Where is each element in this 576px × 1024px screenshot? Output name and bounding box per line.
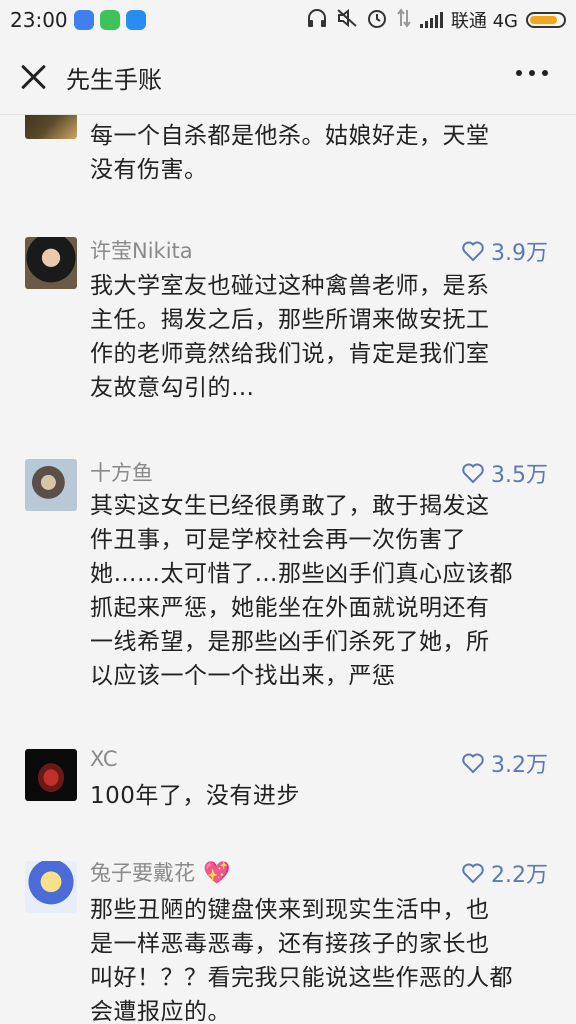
heart-icon [462,863,484,884]
comment-item: 许莹Nikita 3.9万 我大学室友也碰过这种禽兽老师，是系 主任。揭发之后，… [0,227,576,427]
comment-username[interactable]: 许莹Nikita [90,235,193,265]
comment-item: 兔子要戴花 💖 2.2万 那些丑陋的键盘侠来到现实生活中，也 是一样恶毒恶毒，还有… [0,849,576,1024]
cat-app-icon [99,10,120,30]
like-button[interactable]: 3.9万 [461,235,548,267]
heart-icon [462,463,484,484]
like-button[interactable]: 3.2万 [461,747,548,779]
status-time: 23:00 [10,8,68,32]
carrier-label: 联通 4G [450,11,518,32]
comment-list[interactable]: 每一个自杀都是他杀。姑娘好走，天堂 没有伤害。 许莹Nikita 3.9万 我大… [0,115,576,1024]
like-count: 3.5万 [491,463,548,488]
avatar[interactable] [25,749,77,801]
more-dots-icon[interactable] [516,70,548,76]
avatar[interactable] [25,237,77,289]
like-count: 3.9万 [491,241,548,266]
status-bar: 23:00 联通 4G [0,0,576,40]
heart-icon [462,241,484,262]
battery-icon [526,12,566,28]
comment-text: 我大学室友也碰过这种禽兽老师，是系 主任。揭发之后，那些所谓来做安抚工 作的老师… [90,273,490,401]
top-bar: 先生手账 [0,40,576,115]
square-app-icon [125,10,146,30]
comment-text: 100年了，没有进步 [90,783,300,809]
avatar[interactable] [25,115,77,139]
headphones-icon [306,8,328,33]
k-app-icon [73,10,94,30]
avatar[interactable] [25,861,77,913]
close-icon[interactable] [16,59,52,95]
like-count: 2.2万 [491,863,548,888]
comment-username[interactable]: XC [90,747,118,771]
comment-username[interactable]: 十方鱼 [90,457,153,487]
data-arrows-icon [396,7,412,33]
comment-text: 那些丑陋的键盘侠来到现实生活中，也 是一样恶毒恶毒，还有接孩子的家长也 叫好！？… [90,897,513,1024]
comment-item: 每一个自杀都是他杀。姑娘好走，天堂 没有伤害。 [0,115,576,205]
like-button[interactable]: 3.5万 [461,457,548,489]
alarm-icon [366,7,388,34]
heart-icon [462,753,484,774]
comment-item: XC 3.2万 100年了，没有进步 [0,739,576,839]
heart-badge-icon: 💖 [203,861,231,886]
mute-icon [336,8,358,33]
page-title: 先生手账 [66,65,162,94]
avatar[interactable] [25,459,77,511]
comment-username[interactable]: 兔子要戴花 💖 [90,857,230,887]
comment-text: 其实这女生已经很勇敢了，敢于揭发这 件丑事，可是学校社会再一次伤害了 她……太可… [90,493,513,689]
comment-text: 每一个自杀都是他杀。姑娘好走，天堂 没有伤害。 [90,123,490,183]
signal-icon [419,12,443,28]
like-count: 3.2万 [491,753,548,778]
like-button[interactable]: 2.2万 [461,857,548,889]
comment-item: 十方鱼 3.5万 其实这女生已经很勇敢了，敢于揭发这 件丑事，可是学校社会再一次… [0,449,576,709]
